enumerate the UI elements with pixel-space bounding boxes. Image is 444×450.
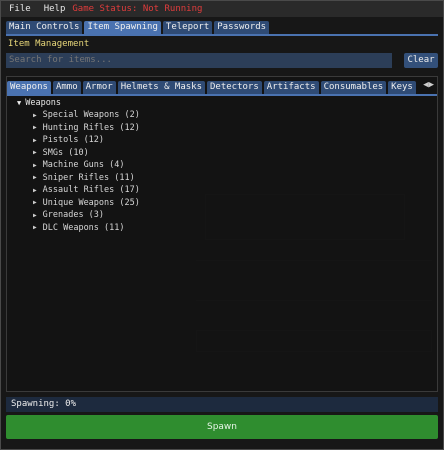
tree-item-label: Special Weapons (2) xyxy=(42,110,140,121)
tab-helmets-masks[interactable]: Helmets & Masks xyxy=(117,81,205,94)
search-row: Clear xyxy=(6,53,438,69)
file-menu[interactable]: File xyxy=(9,4,31,14)
collapsed-arrow-icon: ▶ xyxy=(33,199,37,207)
tree-item[interactable]: ▶ Assault Rifles (17) xyxy=(9,184,189,197)
spawn-button[interactable]: Spawn xyxy=(6,415,438,439)
collapsed-arrow-icon: ▶ xyxy=(33,211,37,219)
main-tab-bar: Main Controls Item Spawning Teleport Pas… xyxy=(6,21,270,34)
collapsed-arrow-icon: ▶ xyxy=(33,161,37,169)
tab-underline xyxy=(6,34,438,36)
game-status-text: Game Status: Not Running xyxy=(72,4,203,14)
collapsed-arrow-icon: ▶ xyxy=(33,111,37,119)
tree-item-label: SMGs (10) xyxy=(42,147,89,158)
tree-item[interactable]: ▶ Pistols (12) xyxy=(9,134,189,147)
collapsed-arrow-icon: ▶ xyxy=(33,124,37,132)
tab-scroll-arrows-icon[interactable]: ◀▶ xyxy=(423,80,434,90)
menu-bar: File Help Game Status: Not Running xyxy=(1,1,443,17)
expanded-arrow-icon: ▼ xyxy=(17,99,22,107)
collapsed-arrow-icon: ▶ xyxy=(33,149,37,157)
tree-item-label: Sniper Rifles (11) xyxy=(42,172,135,183)
tab-keys[interactable]: Keys xyxy=(388,81,416,94)
tree-root-label: Weapons xyxy=(25,98,62,108)
category-tab-underline xyxy=(7,94,437,96)
collapsed-arrow-icon: ▶ xyxy=(33,136,37,144)
tree-item[interactable]: ▶ DLC Weapons (11) xyxy=(9,222,189,235)
tree-item-label: Hunting Rifles (12) xyxy=(42,122,140,133)
tree-item-label: Assault Rifles (17) xyxy=(42,185,140,196)
tab-armor[interactable]: Armor xyxy=(82,81,116,94)
app-window: File Help Game Status: Not Running Main … xyxy=(0,0,444,450)
tab-main-controls[interactable]: Main Controls xyxy=(6,21,83,34)
tab-detectors[interactable]: Detectors xyxy=(207,81,262,94)
tab-passwords[interactable]: Passwords xyxy=(214,21,270,34)
tree-item-label: Unique Weapons (25) xyxy=(42,197,140,208)
tree-item[interactable]: ▶ Hunting Rifles (12) xyxy=(9,122,189,135)
tab-teleport[interactable]: Teleport xyxy=(162,21,213,34)
tab-consumables[interactable]: Consumables xyxy=(320,81,387,94)
tree-item[interactable]: ▶ Special Weapons (2) xyxy=(9,109,189,122)
tree-item[interactable]: ▶ SMGs (10) xyxy=(9,147,189,160)
collapsed-arrow-icon: ▶ xyxy=(33,174,37,182)
tree-item[interactable]: ▶ Unique Weapons (25) xyxy=(9,197,189,210)
tree-item-label: DLC Weapons (11) xyxy=(42,222,125,233)
section-title: Item Management xyxy=(8,39,90,49)
tree-root-weapons[interactable]: ▼ Weapons xyxy=(9,97,189,109)
tree-item[interactable]: ▶ Sniper Rifles (11) xyxy=(9,172,189,185)
collapsed-arrow-icon: ▶ xyxy=(33,224,37,232)
collapsed-arrow-icon: ▶ xyxy=(33,186,37,194)
clear-button[interactable]: Clear xyxy=(404,53,438,68)
tree-item[interactable]: ▶ Grenades (3) xyxy=(9,209,189,222)
search-input[interactable] xyxy=(6,53,392,68)
tab-weapons[interactable]: Weapons xyxy=(7,81,51,94)
help-menu[interactable]: Help xyxy=(44,4,66,14)
spawning-progress: Spawning: 0% xyxy=(6,397,438,412)
tab-artifacts[interactable]: Artifacts xyxy=(263,81,319,94)
tree-item[interactable]: ▶ Machine Guns (4) xyxy=(9,159,189,172)
tab-item-spawning[interactable]: Item Spawning xyxy=(84,21,161,34)
tab-ammo[interactable]: Ammo xyxy=(52,81,81,94)
weapons-tree: ▼ Weapons ▶ Special Weapons (2) ▶ Hunting … xyxy=(9,97,189,234)
tree-item-label: Machine Guns (4) xyxy=(42,160,125,171)
tree-item-label: Pistols (12) xyxy=(42,135,105,146)
tree-item-label: Grenades (3) xyxy=(42,210,105,221)
category-tab-bar: Weapons Ammo Armor Helmets & Masks Detec… xyxy=(7,81,416,94)
